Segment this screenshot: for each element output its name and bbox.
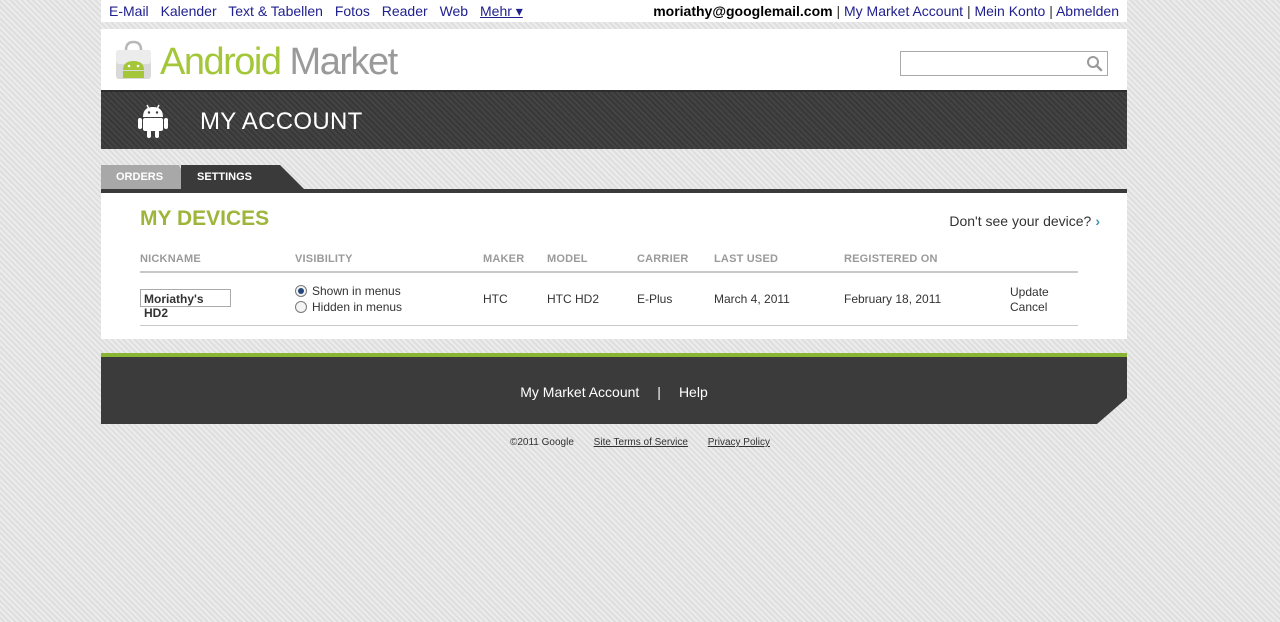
column-header-carrier: CARRIER: [637, 253, 689, 265]
radio-selected-icon[interactable]: [295, 285, 307, 297]
footer-my-market-account-link[interactable]: My Market Account: [520, 384, 639, 400]
column-header-last-used: LAST USED: [714, 253, 779, 265]
visibility-shown-label: Shown in menus: [312, 284, 401, 298]
cancel-button[interactable]: Cancel: [1010, 300, 1047, 314]
tab-settings[interactable]: SETTINGS: [181, 165, 304, 189]
gbar-link-email[interactable]: E-Mail: [109, 3, 149, 19]
dont-see-device-label: Don't see your device?: [949, 213, 1092, 229]
visibility-shown-option[interactable]: Shown in menus: [295, 284, 401, 298]
account-nav: moriathy@googlemail.com | My Market Acco…: [653, 3, 1119, 19]
site-footer: My Market Account | Help: [101, 353, 1127, 424]
gbar-link-docs[interactable]: Text & Tabellen: [228, 3, 323, 19]
copyright-text: ©2011 Google: [509, 437, 574, 448]
tab-orders-label: ORDERS: [116, 171, 164, 183]
google-services-nav: E-Mail Kalender Text & Tabellen Fotos Re…: [109, 3, 531, 20]
android-robot-icon: [138, 104, 168, 138]
visibility-hidden-option[interactable]: Hidden in menus: [295, 300, 402, 314]
radio-unselected-icon[interactable]: [295, 301, 307, 313]
logo-word-market: Market: [289, 41, 399, 83]
legal-bar: ©2011 Google Site Terms of Service Priva…: [0, 437, 1280, 448]
tab-settings-label: SETTINGS: [197, 171, 253, 183]
column-header-registered-on: REGISTERED ON: [844, 253, 938, 265]
gbar-link-reader[interactable]: Reader: [382, 3, 428, 19]
registered-on-cell: February 18, 2011: [844, 292, 942, 306]
column-header-model: MODEL: [547, 253, 588, 265]
footer-separator: |: [657, 384, 661, 400]
chevron-right-icon: ›: [1095, 213, 1100, 229]
column-header-visibility: VISIBILITY: [295, 253, 353, 265]
devices-panel: MY DEVICES Don't see your device? › NICKN…: [101, 193, 1127, 339]
page-title-band: MY ACCOUNT: [101, 90, 1127, 149]
sign-out-link[interactable]: Abmelden: [1056, 3, 1119, 19]
google-bar: E-Mail Kalender Text & Tabellen Fotos Re…: [101, 0, 1127, 22]
market-bag-logo-icon[interactable]: [114, 40, 153, 80]
last-used-cell: March 4, 2011: [714, 292, 790, 306]
gbar-link-calendar[interactable]: Kalender: [161, 3, 217, 19]
section-heading: MY DEVICES: [140, 207, 270, 230]
search-icon[interactable]: [1086, 55, 1103, 72]
page-title: MY ACCOUNT: [200, 108, 363, 135]
nickname-field[interactable]: Moriathy's HD2: [140, 289, 231, 320]
tab-orders[interactable]: ORDERS: [101, 165, 191, 189]
logo-word-android: Android: [160, 41, 282, 83]
column-header-maker: MAKER: [483, 253, 525, 265]
column-header-nickname: NICKNAME: [140, 253, 201, 265]
gbar-more-menu[interactable]: Mehr ▾: [480, 3, 523, 19]
carrier-cell: E-Plus: [637, 292, 673, 306]
dont-see-device-link[interactable]: Don't see your device? ›: [949, 213, 1100, 229]
android-market-logo[interactable]: Android Market: [160, 41, 399, 83]
footer-links: My Market Account | Help: [101, 384, 1127, 400]
visibility-hidden-label: Hidden in menus: [312, 300, 403, 314]
separator: |: [836, 3, 844, 19]
privacy-policy-link[interactable]: Privacy Policy: [708, 437, 770, 448]
footer-help-link[interactable]: Help: [679, 384, 708, 400]
search-box: [900, 51, 1108, 76]
update-button[interactable]: Update: [1010, 285, 1049, 299]
table-bottom-divider: [140, 325, 1078, 326]
gbar-link-web[interactable]: Web: [440, 3, 469, 19]
my-market-account-link[interactable]: My Market Account: [844, 3, 963, 19]
terms-of-service-link[interactable]: Site Terms of Service: [594, 437, 688, 448]
table-header-divider: [140, 271, 1078, 273]
gbar-link-photos[interactable]: Fotos: [335, 3, 370, 19]
model-cell: HTC HD2: [547, 292, 600, 306]
mein-konto-link[interactable]: Mein Konto: [974, 3, 1045, 19]
search-input[interactable]: [905, 53, 1089, 76]
maker-cell: HTC: [483, 292, 508, 306]
user-email: moriathy@googlemail.com: [653, 3, 833, 19]
account-tabs: ORDERS SETTINGS: [101, 165, 1127, 189]
separator: |: [1049, 3, 1056, 19]
market-header: Android Market: [101, 29, 1127, 90]
